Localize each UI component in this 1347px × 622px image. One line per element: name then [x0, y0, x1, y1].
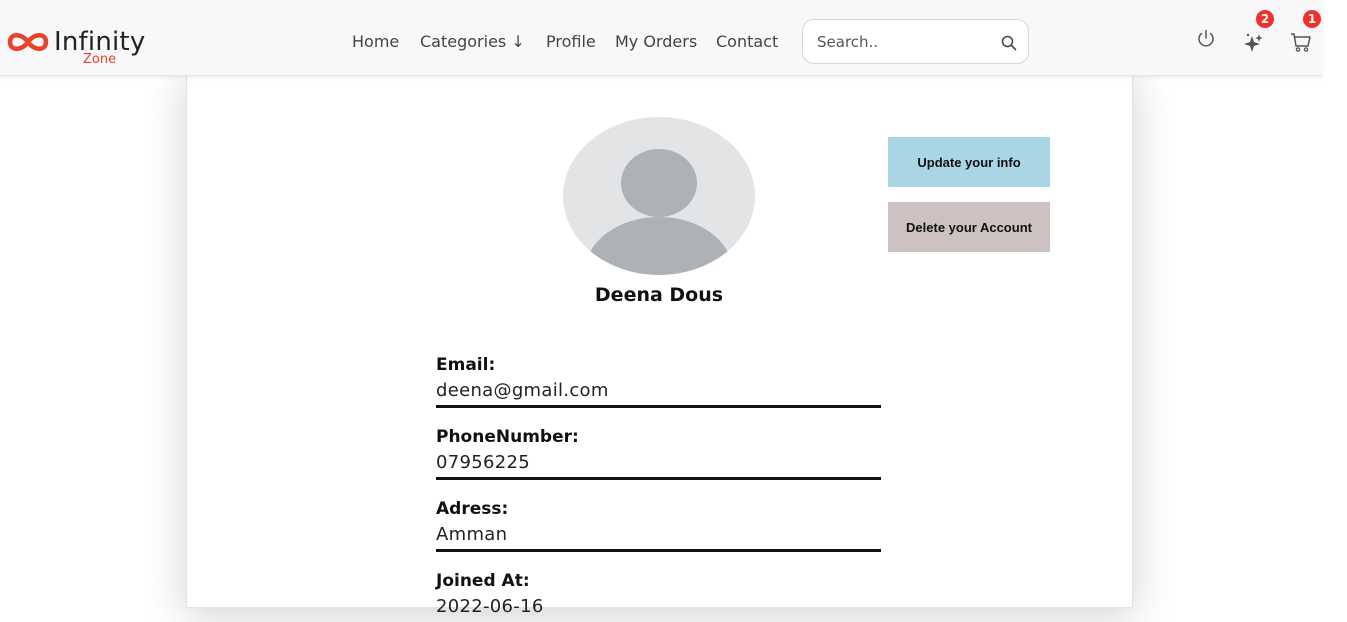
power-icon: [1198, 29, 1214, 47]
brand-logo[interactable]: Infinity Zone: [6, 28, 146, 70]
phone-field: PhoneNumber: 07956225: [436, 426, 881, 480]
nav-my-orders[interactable]: My Orders: [615, 32, 697, 52]
joined-field: Joined At: 2022-06-16: [436, 570, 881, 621]
infinity-logo-icon: [7, 33, 49, 51]
email-value: deena@gmail.com: [436, 380, 609, 401]
brand-subtitle: Zone: [83, 52, 117, 67]
nav-home[interactable]: Home: [352, 32, 399, 52]
profile-name: Deena Dous: [594, 284, 724, 306]
email-label: Email:: [436, 355, 496, 375]
phone-value: 07956225: [436, 452, 531, 473]
joined-label: Joined At:: [436, 571, 530, 591]
delete-account-button[interactable]: Delete your Account: [888, 202, 1050, 252]
logout-button[interactable]: [1195, 28, 1219, 54]
avatar-body-shape: [585, 217, 733, 275]
phone-label: PhoneNumber:: [436, 427, 579, 447]
joined-value: 2022-06-16: [436, 596, 544, 617]
avatar: [563, 117, 755, 275]
field-divider: [436, 549, 881, 552]
sparkle-icon: [1244, 33, 1263, 52]
search-box: [802, 19, 1029, 64]
address-field: Adress: Amman: [436, 498, 881, 552]
search-input[interactable]: [817, 31, 987, 53]
cart-count-badge: 1: [1303, 10, 1321, 28]
top-navbar: Infinity Zone Home Categories ↓ Profile …: [0, 0, 1323, 76]
nav-contact[interactable]: Contact: [716, 32, 778, 52]
wishlist-button[interactable]: 2: [1242, 10, 1274, 54]
wishlist-count-badge: 2: [1256, 10, 1274, 28]
field-divider: [436, 405, 881, 408]
cart-button[interactable]: 1: [1289, 10, 1321, 54]
update-info-button[interactable]: Update your info: [888, 137, 1050, 187]
cart-icon: [1291, 33, 1311, 52]
email-field: Email: deena@gmail.com: [436, 354, 881, 408]
nav-categories[interactable]: Categories ↓: [420, 32, 525, 52]
field-divider: [436, 477, 881, 480]
avatar-head-shape: [621, 149, 697, 217]
nav-profile[interactable]: Profile: [546, 32, 596, 52]
address-value: Amman: [436, 524, 508, 545]
address-label: Adress:: [436, 499, 509, 519]
profile-card: Deena Dous Update your info Delete your …: [186, 70, 1133, 617]
search-icon[interactable]: [1001, 35, 1017, 51]
